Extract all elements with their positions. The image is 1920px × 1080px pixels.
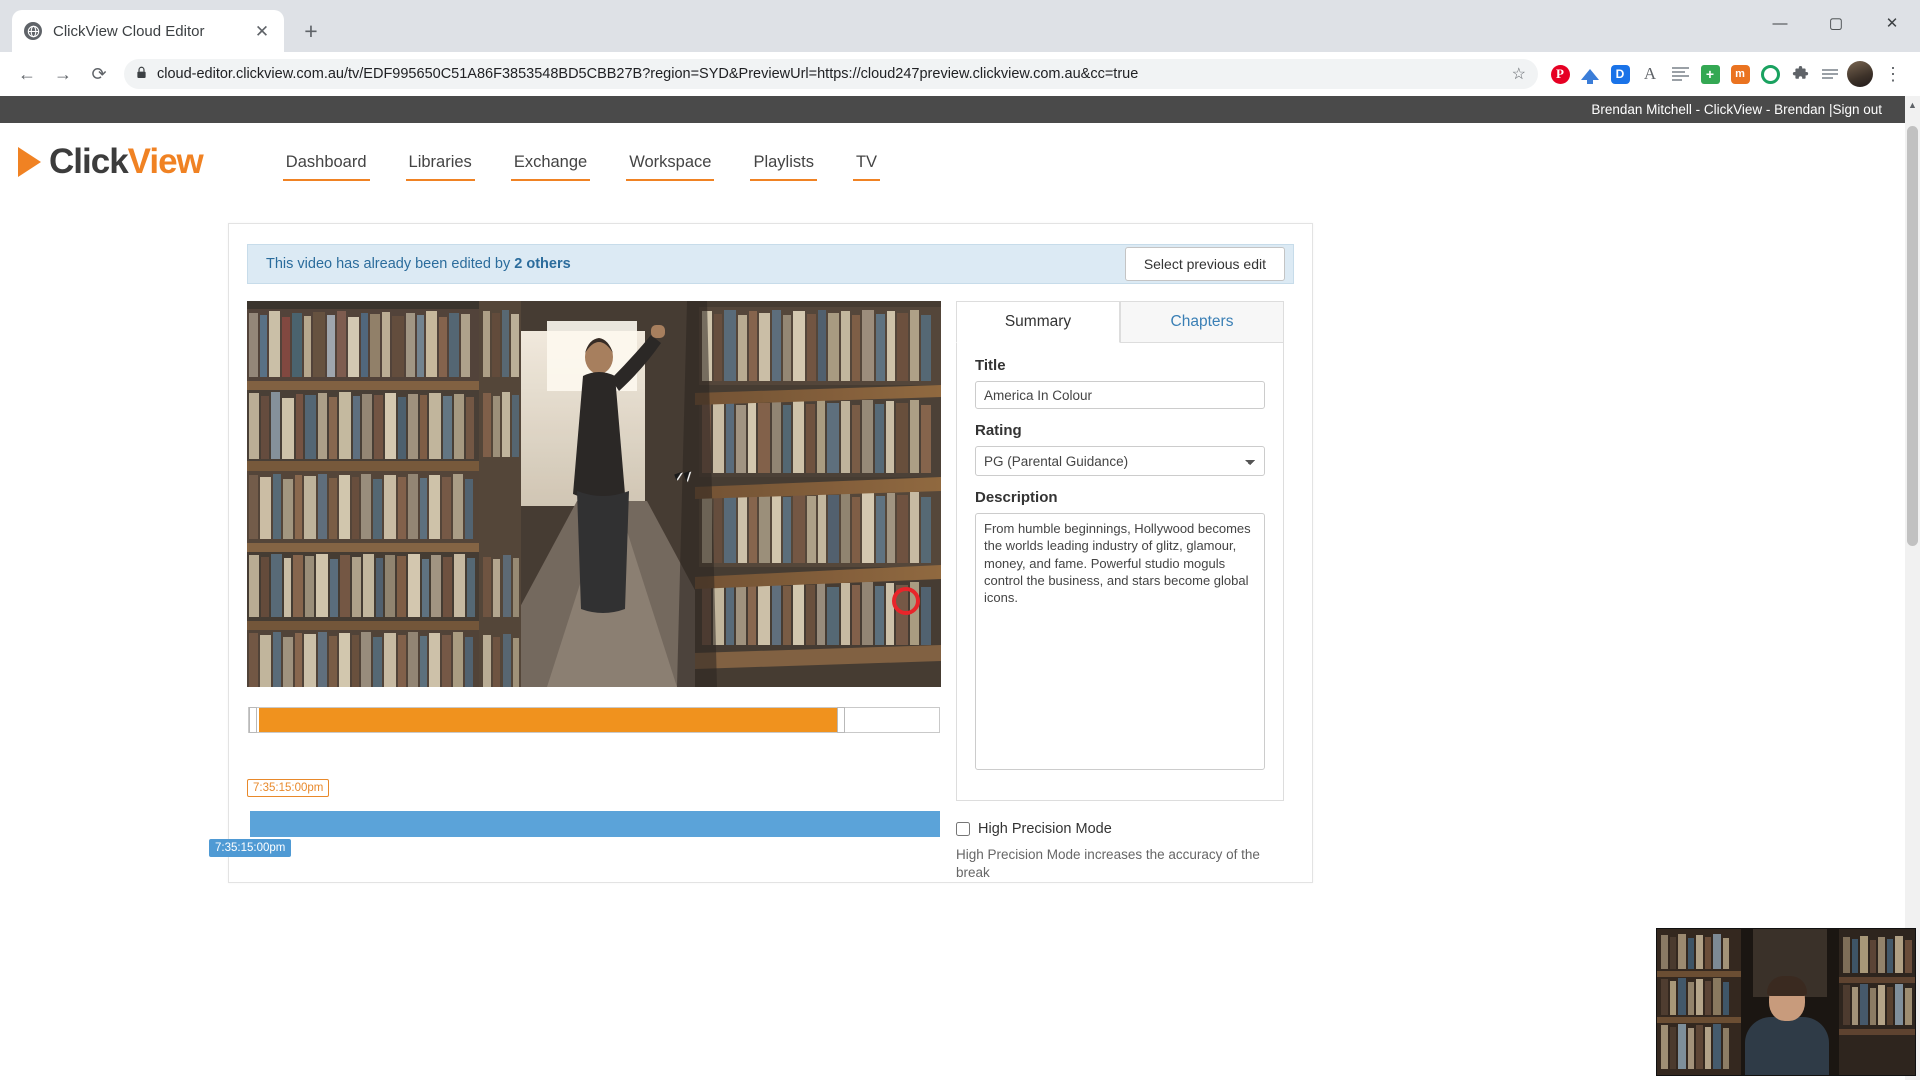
green-plus-extension-icon[interactable]: + <box>1696 60 1724 88</box>
blue-range-fill[interactable] <box>250 811 940 837</box>
webcam-person-body <box>1745 1017 1829 1075</box>
docs-extension-icon[interactable]: D <box>1606 60 1634 88</box>
globe-icon <box>24 22 42 40</box>
editor-content: This video has already been edited by 2 … <box>0 201 1920 883</box>
nav-label: TV <box>855 152 878 171</box>
orange-left-handle[interactable] <box>249 707 257 733</box>
main-nav: Dashboard Libraries Exchange Workspace P… <box>265 123 898 201</box>
page-content: Brendan Mitchell - ClickView - Brendan |… <box>0 96 1920 1080</box>
details-panel: Summary Chapters Title Rating P <box>956 301 1284 881</box>
window-close-icon[interactable]: ✕ <box>1864 0 1920 46</box>
webcam-overlay <box>1656 928 1916 1076</box>
text-extension-icon[interactable]: A <box>1636 60 1664 88</box>
tab-summary[interactable]: Summary <box>956 301 1120 343</box>
logo-click-text: Click <box>49 142 129 181</box>
avatar[interactable] <box>1846 60 1874 88</box>
editor-card: This video has already been edited by 2 … <box>209 223 1313 883</box>
nav-label: Exchange <box>513 152 588 171</box>
nav-label: Workspace <box>629 152 712 171</box>
tab-chapters[interactable]: Chapters <box>1120 301 1284 343</box>
reading-list-extension-icon[interactable] <box>1666 60 1694 88</box>
nav-item-playlists[interactable]: Playlists <box>732 123 835 201</box>
orange-range-fill[interactable] <box>259 708 837 732</box>
orange-track[interactable] <box>248 707 940 733</box>
nav-item-libraries[interactable]: Libraries <box>388 123 493 201</box>
minimize-icon[interactable]: — <box>1752 0 1808 46</box>
video-player[interactable] <box>247 301 941 687</box>
nav-label: Dashboard <box>285 152 367 171</box>
webcam-person-hair <box>1767 976 1807 996</box>
sign-out-link[interactable]: Sign out <box>1832 102 1882 117</box>
blue-start-time-tag: 7:35:15:00pm <box>209 839 292 857</box>
title-field-group: Title <box>975 357 1265 409</box>
description-field-group: Description From humble beginnings, Holl… <box>975 489 1265 775</box>
address-bar[interactable]: cloud-editor.clickview.com.au/tv/EDF9956… <box>124 59 1538 89</box>
high-precision-row: High Precision Mode <box>956 821 1284 837</box>
high-precision-label[interactable]: High Precision Mode <box>978 821 1112 837</box>
list-extension-icon[interactable] <box>1816 60 1844 88</box>
editor-body: 8:32:05:00pm 7:35:15:00pm 7:35:15:00pm <box>209 301 1294 881</box>
clickview-logo[interactable]: ClickView <box>18 142 204 182</box>
select-previous-edit-button[interactable]: Select previous edit <box>1124 247 1285 281</box>
nav-item-exchange[interactable]: Exchange <box>493 123 608 201</box>
title-input[interactable] <box>975 381 1265 409</box>
timeline: 8:32:05:00pm 7:35:15:00pm 7:35:15:00pm <box>209 707 944 857</box>
alert-message-prefix: This video has already been edited by <box>266 256 515 272</box>
rating-label: Rating <box>975 422 1022 439</box>
nav-item-dashboard[interactable]: Dashboard <box>265 123 388 201</box>
forward-icon[interactable]: → <box>46 57 80 91</box>
high-precision-description: High Precision Mode increases the accura… <box>956 847 1260 880</box>
high-precision-checkbox[interactable] <box>956 822 970 836</box>
green-circle-extension-icon[interactable] <box>1756 60 1784 88</box>
tab-strip: ClickView Cloud Editor ✕ + — ▢ ✕ <box>0 0 1920 52</box>
browser-tab[interactable]: ClickView Cloud Editor ✕ <box>12 10 284 52</box>
scroll-up-icon[interactable]: ▲ <box>1905 96 1920 113</box>
alert-message-count: 2 others <box>514 256 571 272</box>
alert-message: This video has already been edited by 2 … <box>266 256 571 272</box>
timeline-start-time-tag: 7:35:15:00pm <box>247 779 330 797</box>
bookmark-star-icon[interactable]: ☆ <box>1512 64 1526 84</box>
tab-title: ClickView Cloud Editor <box>53 22 205 40</box>
url-text: cloud-editor.clickview.com.au/tv/EDF9956… <box>157 66 1139 82</box>
blue-track[interactable] <box>248 811 940 837</box>
blue-arrow-extension-icon[interactable] <box>1576 60 1604 88</box>
nav-item-workspace[interactable]: Workspace <box>608 123 732 201</box>
webcam-person <box>1743 976 1829 1075</box>
browser-window: ClickView Cloud Editor ✕ + — ▢ ✕ ← → ⟳ c… <box>0 0 1920 1080</box>
rating-field-group: Rating PG (Parental Guidance) <box>975 422 1265 476</box>
nav-item-tv[interactable]: TV <box>835 123 898 201</box>
player-column: 8:32:05:00pm 7:35:15:00pm 7:35:15:00pm <box>209 301 944 881</box>
rating-select[interactable]: PG (Parental Guidance) <box>975 446 1265 476</box>
lock-icon <box>136 66 147 82</box>
account-name: Brendan Mitchell - ClickView - Brendan | <box>1591 102 1833 117</box>
maximize-icon[interactable]: ▢ <box>1808 0 1864 46</box>
panel-tabs: Summary Chapters <box>956 301 1284 343</box>
window-controls: — ▢ ✕ <box>1752 0 1920 46</box>
back-icon[interactable]: ← <box>10 57 44 91</box>
browser-toolbar: ← → ⟳ cloud-editor.clickview.com.au/tv/E… <box>0 52 1920 96</box>
orange-m-extension-icon[interactable]: m <box>1726 60 1754 88</box>
close-icon[interactable]: ✕ <box>252 21 272 41</box>
new-tab-button[interactable]: + <box>294 14 328 48</box>
orange-right-handle[interactable] <box>837 707 845 733</box>
logo-view-text: View <box>127 142 204 181</box>
description-label: Description <box>975 489 1058 506</box>
puzzle-extensions-icon[interactable] <box>1786 60 1814 88</box>
account-bar: Brendan Mitchell - ClickView - Brendan |… <box>0 96 1920 123</box>
video-frame <box>247 301 941 687</box>
nav-label: Playlists <box>753 152 814 171</box>
description-textarea[interactable]: From humble beginnings, Hollywood become… <box>975 513 1265 770</box>
summary-panel: Title Rating PG (Parental Guidance) Des <box>956 343 1284 801</box>
browser-menu-icon[interactable]: ⋮ <box>1876 57 1910 91</box>
site-header: ClickView Dashboard Libraries Exchange W… <box>0 123 1920 201</box>
title-label: Title <box>975 357 1006 374</box>
pinterest-extension-icon[interactable]: P <box>1546 60 1574 88</box>
previous-edit-alert: This video has already been edited by 2 … <box>247 244 1294 284</box>
play-triangle-icon <box>18 147 41 177</box>
reload-icon[interactable]: ⟳ <box>82 57 116 91</box>
scrollbar-thumb[interactable] <box>1907 126 1918 546</box>
nav-label: Libraries <box>408 152 472 171</box>
record-circle-icon <box>892 587 920 615</box>
